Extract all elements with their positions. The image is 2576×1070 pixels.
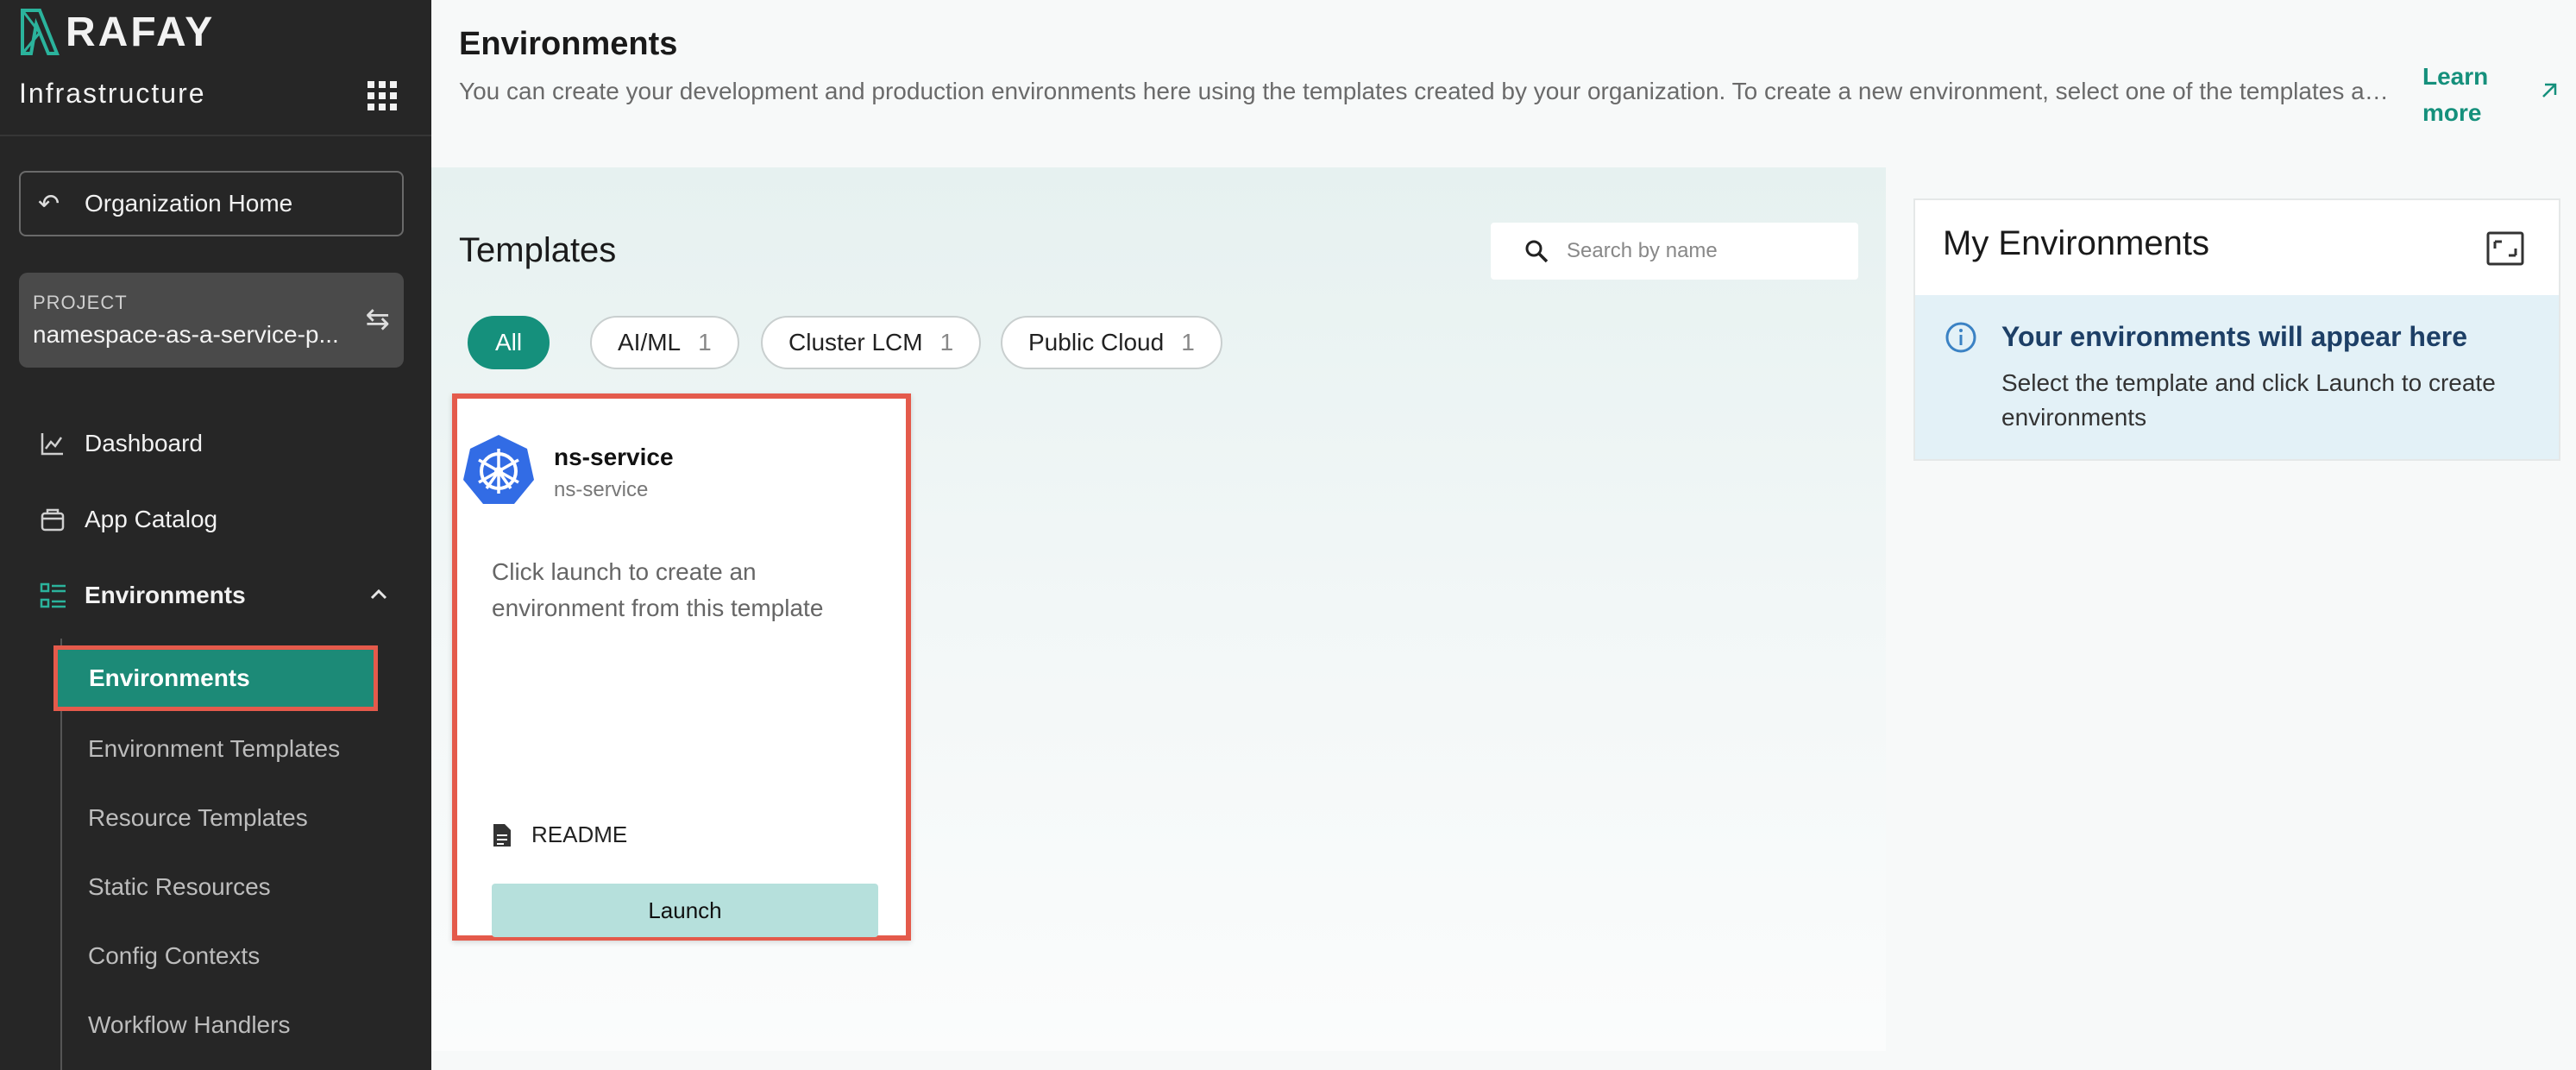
template-description: Click launch to create an environment fr… bbox=[492, 558, 824, 621]
search-box[interactable] bbox=[1491, 223, 1858, 280]
sidebar-subitem-workflow-handlers[interactable]: Workflow Handlers bbox=[88, 1011, 290, 1039]
filter-chip-count: 1 bbox=[939, 329, 954, 356]
swap-icon[interactable]: ⇆ bbox=[366, 302, 391, 337]
empty-state-message: Select the template and click Launch to … bbox=[2001, 369, 2496, 431]
page-description: You can create your development and prod… bbox=[459, 78, 2400, 104]
environments-list-icon bbox=[40, 582, 74, 609]
filter-chip-count: 1 bbox=[698, 329, 712, 356]
chevron-up-icon[interactable] bbox=[366, 582, 392, 607]
sidebar-item-label: Dashboard bbox=[85, 430, 203, 456]
filter-chip-ai-ml[interactable]: AI/ML 1 bbox=[590, 316, 739, 369]
project-label: PROJECT bbox=[33, 292, 128, 313]
empty-state-info: Your environments will appear here Selec… bbox=[1915, 295, 2559, 459]
product-name: Infrastructure bbox=[19, 78, 206, 109]
my-environments-card: My Environments Your environments will a… bbox=[1913, 198, 2560, 461]
sidebar-subitem-resource-templates[interactable]: Resource Templates bbox=[88, 804, 308, 832]
learn-more-link[interactable]: Learn more bbox=[2422, 59, 2509, 131]
sidebar-item-label: App Catalog bbox=[85, 506, 218, 532]
sidebar-subitem-label: Environments bbox=[89, 664, 250, 691]
my-environments-title: My Environments bbox=[1943, 224, 2209, 262]
template-name: ns-service bbox=[554, 444, 674, 470]
rafay-logo-icon bbox=[21, 9, 60, 55]
filter-chip-label: All bbox=[495, 329, 523, 356]
readme-label: README bbox=[531, 821, 628, 847]
sidebar-divider bbox=[0, 135, 431, 136]
sidebar-item-environments[interactable]: Environments bbox=[40, 578, 246, 613]
filter-chip-label: Cluster LCM bbox=[789, 329, 923, 356]
search-icon bbox=[1525, 240, 1549, 263]
sidebar-subitem-static-resources[interactable]: Static Resources bbox=[88, 873, 271, 901]
organization-home-button[interactable]: ↶ Organization Home bbox=[19, 171, 404, 236]
filter-chip-count: 1 bbox=[1181, 329, 1195, 356]
kubernetes-icon bbox=[463, 435, 534, 504]
page-header: Environments You can create your develop… bbox=[431, 0, 2576, 167]
filter-chip-all[interactable]: All bbox=[468, 316, 550, 369]
readme-link[interactable]: README bbox=[492, 821, 627, 848]
chart-line-icon bbox=[40, 431, 74, 456]
brand-name: RAFAY bbox=[66, 9, 216, 55]
search-input[interactable] bbox=[1567, 239, 1843, 263]
rafay-logo[interactable]: RAFAY bbox=[19, 9, 215, 55]
external-link-icon[interactable] bbox=[2536, 78, 2562, 104]
sidebar-subitem-environment-templates[interactable]: Environment Templates bbox=[88, 735, 340, 763]
templates-panel: Templates All AI/ML 1 Cluster LCM 1 Publ… bbox=[431, 167, 1886, 1051]
sidebar-item-dashboard[interactable]: Dashboard bbox=[40, 426, 203, 461]
project-name: namespace-as-a-service-p... bbox=[33, 321, 339, 348]
back-arrow-icon: ↶ bbox=[38, 189, 60, 218]
project-selector[interactable]: PROJECT namespace-as-a-service-p... ⇆ bbox=[19, 273, 404, 368]
sidebar-subitem-environments[interactable]: Environments bbox=[53, 645, 378, 711]
filter-chip-label: AI/ML bbox=[618, 329, 682, 356]
page-title: Environments bbox=[459, 26, 678, 62]
document-icon bbox=[493, 823, 511, 847]
expand-icon[interactable] bbox=[2486, 231, 2524, 266]
info-icon bbox=[1945, 322, 1976, 353]
my-environments-panel: My Environments Your environments will a… bbox=[1886, 167, 2576, 1070]
app-grid-icon[interactable] bbox=[368, 81, 397, 110]
sidebar-subitem-config-contexts[interactable]: Config Contexts bbox=[88, 942, 260, 970]
filter-chip-public-cloud[interactable]: Public Cloud 1 bbox=[1001, 316, 1222, 369]
empty-state-title: Your environments will appear here bbox=[2001, 321, 2467, 352]
organization-home-label: Organization Home bbox=[85, 190, 293, 217]
filter-chip-cluster-lcm[interactable]: Cluster LCM 1 bbox=[761, 316, 982, 369]
sidebar-item-label: Environments bbox=[85, 582, 246, 608]
catalog-icon bbox=[40, 507, 74, 532]
filter-chip-label: Public Cloud bbox=[1028, 329, 1165, 356]
sidebar-item-app-catalog[interactable]: App Catalog bbox=[40, 502, 217, 537]
sidebar: RAFAY Infrastructure ↶ Organization Home… bbox=[0, 0, 431, 1070]
template-subtitle: ns-service bbox=[554, 478, 649, 501]
launch-button[interactable]: Launch bbox=[492, 884, 878, 937]
templates-title: Templates bbox=[459, 231, 617, 269]
template-card[interactable]: ns-service ns-service Click launch to cr… bbox=[452, 393, 911, 941]
